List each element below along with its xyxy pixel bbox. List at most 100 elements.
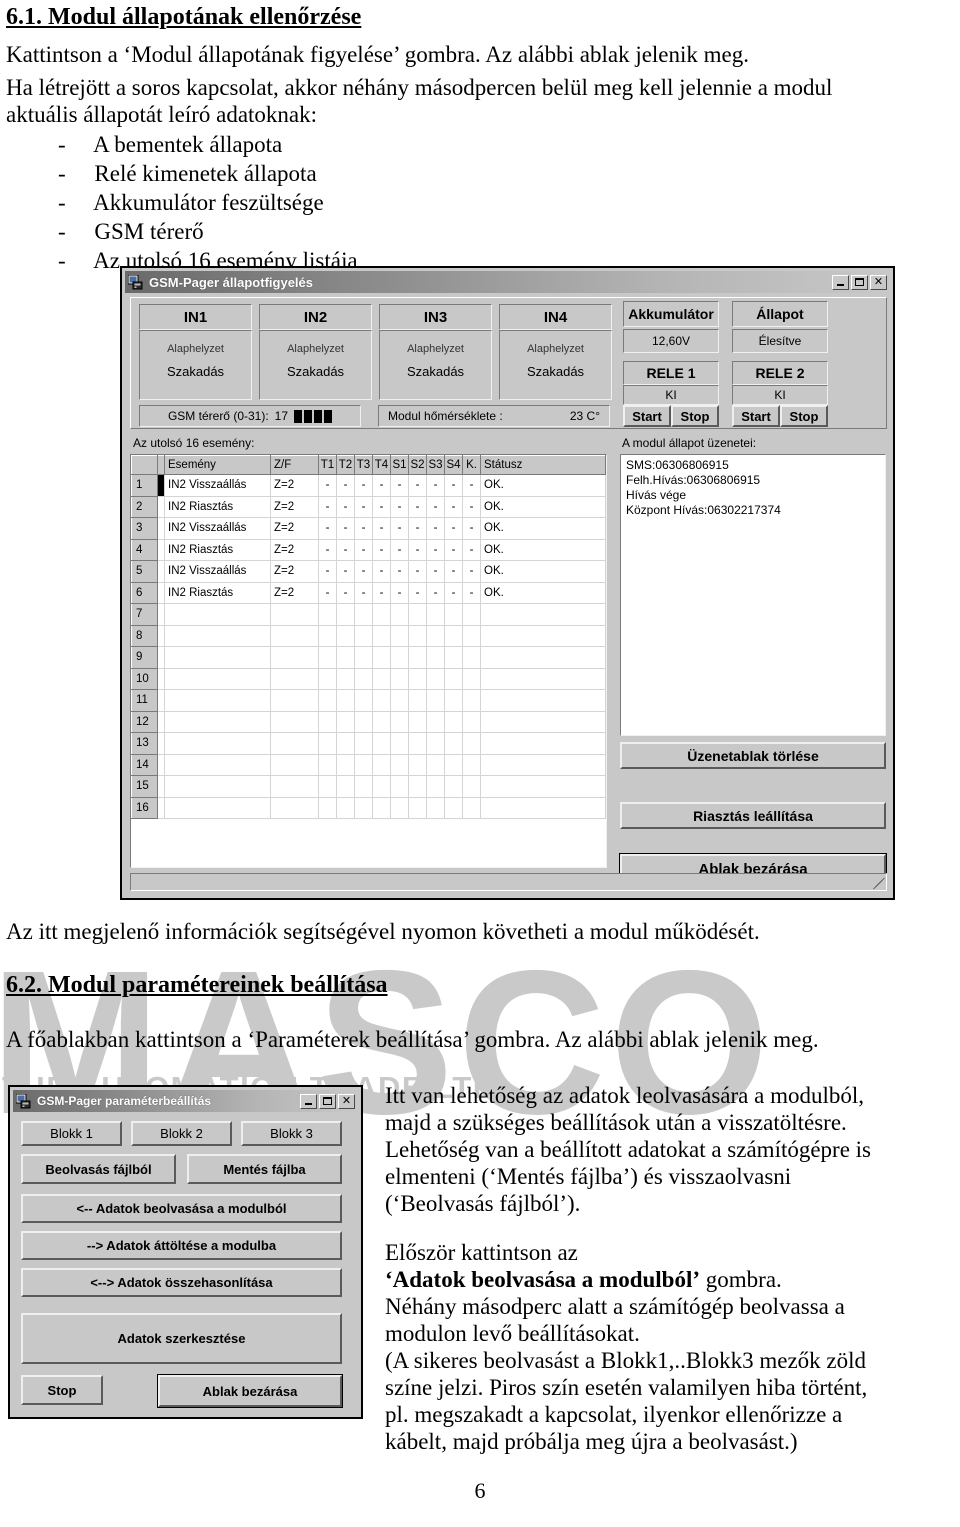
status-monitor-window[interactable]: GSM-Pager állapotfigyelés ✕ IN1 Alaphely… [120,266,895,900]
table-row[interactable]: 9 [131,646,606,669]
cell-t4 [372,797,391,819]
column-header-t3: T3 [354,455,373,475]
cell-s4 [444,775,463,798]
cell-zf [270,711,319,733]
compare-data-button[interactable]: <--> Adatok összehasonlítása [21,1268,342,1297]
table-row[interactable]: 16 [131,796,606,819]
block2-button[interactable]: Blokk 2 [131,1121,232,1146]
status-window-title: GSM-Pager állapotfigyelés [149,274,313,290]
relay1-stop-button[interactable]: Stop [671,405,719,427]
section-6-1-heading: 6.1. Modul állapotának ellenőrzése [6,4,362,30]
table-row[interactable]: 4 IN2 Riasztás Z=2- - - - - - - - - OK. [131,538,606,561]
cell-status [480,689,606,712]
table-row[interactable]: 10 [131,667,606,690]
cell-event [164,775,271,798]
status-window-titlebar[interactable]: GSM-Pager állapotfigyelés ✕ [125,271,890,293]
events-table-body[interactable]: 1 IN2 Visszaállás Z=2- - - - - - - - - OK. 2 IN2 Rias… [131,474,606,819]
cell-status: OK. [480,539,606,561]
cell-s4 [444,625,463,647]
minimize-icon[interactable] [832,274,849,290]
param-window-titlebar[interactable]: GSM-Pager paraméterbeállítás ✕ [13,1090,358,1112]
input-name-in1: IN1 [139,304,252,330]
row-number: 14 [131,753,158,776]
input-panel-in3: IN3 Alaphelyzet Szakadás [379,304,492,400]
table-row[interactable]: 11 [131,689,606,712]
cell-zf: Z=2 [270,517,319,540]
table-row[interactable]: 15 [131,775,606,798]
cell-zf [270,625,319,647]
cell-event [164,668,271,690]
maximize-icon[interactable] [319,1093,336,1109]
cell-s1: - [390,560,409,583]
window-controls[interactable]: ✕ [832,274,887,290]
cell-t3 [354,775,373,798]
close-param-window-button[interactable]: Ablak bezárása [157,1374,343,1408]
cell-s3 [426,797,445,819]
resize-grip-icon[interactable] [871,876,885,890]
list-item: - A bementek állapota [58,132,283,157]
relay2-controls[interactable]: Start Stop [732,405,828,427]
param-window-title: GSM-Pager paraméterbeállítás [37,1094,212,1108]
cell-t4 [372,732,391,755]
row-number: 3 [131,517,158,540]
table-row[interactable]: 7 [131,603,606,626]
cell-t3: - [354,474,373,497]
table-row[interactable]: 3 IN2 Visszaállás Z=2- - - - - - - - - OK. [131,517,606,540]
cell-zf [270,775,319,798]
events-table-container[interactable]: Esemény Z/F T1 T2 T3 T4 S1 S2 S3 S4 K. Státusz 1 IN2… [130,454,607,868]
read-from-file-button[interactable]: Beolvasás fájlból [21,1154,176,1184]
save-to-file-button[interactable]: Mentés fájlba [187,1154,342,1184]
cell-event [164,689,271,712]
row-selector [157,646,165,669]
close-icon[interactable]: ✕ [338,1093,355,1109]
table-row[interactable]: 5 IN2 Visszaállás Z=2- - - - - - - - - OK. [131,560,606,583]
row-number: 16 [131,796,158,819]
cell-k: - [462,582,481,604]
relay1-start-button[interactable]: Start [623,405,671,427]
row-selector [157,539,165,561]
row-selector [157,603,165,626]
row-selector [157,668,165,690]
row-selector [157,775,165,798]
table-row[interactable]: 2 IN2 Riasztás Z=2- - - - - - - - - OK. [131,495,606,518]
table-row[interactable]: 12 [131,710,606,733]
input-state-box-in1: Alaphelyzet Szakadás [139,330,252,400]
table-row[interactable]: 6 IN2 Riasztás Z=2- - - - - - - - - OK. [131,581,606,604]
table-row[interactable]: 14 [131,753,606,776]
table-row[interactable]: 13 [131,732,606,755]
table-row[interactable]: 1 IN2 Visszaállás Z=2- - - - - - - - - OK. [131,474,606,497]
section-6-1-paragraph-1: Kattintson a ‘Modul állapotának figyelés… [6,42,750,67]
edit-data-button[interactable]: Adatok szerkesztése [21,1313,342,1364]
stop-button[interactable]: Stop [21,1375,103,1405]
read-from-module-button[interactable]: <-- Adatok beolvasása a modulból [21,1194,342,1223]
cell-s2 [408,625,427,647]
right-text-line: (A sikeres beolvasást a Blokk1,..Blokk3 … [385,1348,867,1373]
cell-s3: - [426,560,445,583]
relay1-controls[interactable]: Start Stop [623,405,719,427]
close-icon[interactable]: ✕ [870,274,887,290]
parameter-settings-window[interactable]: GSM-Pager paraméterbeállítás ✕ Blokk 1 B… [8,1085,363,1419]
minimize-icon[interactable] [300,1093,317,1109]
cell-t1: - [318,539,337,561]
maximize-icon[interactable] [851,274,868,290]
relay2-start-button[interactable]: Start [732,405,780,427]
table-row[interactable]: 8 [131,624,606,647]
cell-zf [270,689,319,712]
clear-messages-button[interactable]: Üzenetablak törlése [620,742,886,769]
block3-button[interactable]: Blokk 3 [241,1121,342,1146]
relay2-stop-button[interactable]: Stop [780,405,828,427]
stop-alarm-button[interactable]: Riasztás leállítása [620,802,886,829]
cell-s3 [426,625,445,647]
cell-s4: - [444,474,463,497]
block1-button[interactable]: Blokk 1 [21,1121,122,1146]
window-controls[interactable]: ✕ [300,1093,355,1109]
write-to-module-button[interactable]: --> Adatok áttöltése a modulba [21,1231,342,1260]
input-name-in3: IN3 [379,304,492,330]
module-messages-box[interactable]: SMS:06306806915 Felh.Hívás:06306806915 H… [620,454,886,736]
message-line: SMS:06306806915 [626,458,729,472]
cell-t2 [336,625,355,647]
row-selector [157,689,165,712]
cell-t3 [354,711,373,733]
cell-event [164,625,271,647]
column-header-s4: S4 [444,455,463,475]
